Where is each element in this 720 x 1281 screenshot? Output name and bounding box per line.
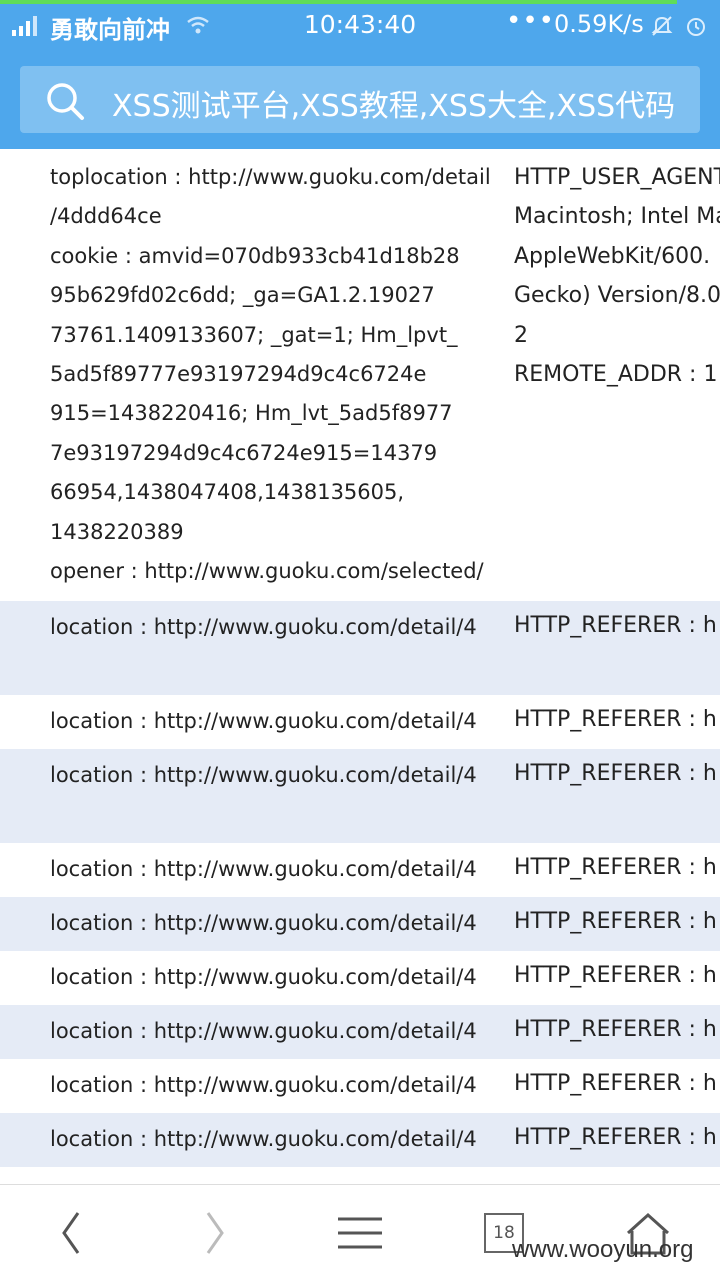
record-left-column: toplocation : http://www.guoku.com/detai…: [50, 158, 491, 591]
record-line: 1438220389: [50, 519, 184, 544]
record-location: location : http://www.guoku.com/detail/4: [50, 763, 477, 787]
record-line: 2: [514, 322, 528, 348]
record-line: 73761.1409133607; _gat=1; Hm_lpvt_: [50, 322, 458, 347]
record-location: location : http://www.guoku.com/detail/4: [50, 857, 477, 881]
record-referer: HTTP_REFERER : h: [514, 1125, 717, 1150]
search-icon: [47, 83, 84, 120]
record-line: 66954,1438047408,1438135605,: [50, 480, 405, 505]
record-line: Gecko) Version/8.0.: [514, 283, 720, 309]
record-line: /4ddd64ce: [50, 204, 162, 229]
record-line: HTTP_USER_AGENT: [514, 165, 720, 190]
record-row: location : http://www.guoku.com/detail/4…: [0, 951, 720, 1005]
record-row: location : http://www.guoku.com/detail/4…: [0, 843, 720, 897]
record-line: opener : http://www.guoku.com/selected/: [50, 558, 484, 583]
record-row: location : http://www.guoku.com/detail/4…: [0, 749, 720, 843]
forward-icon[interactable]: [186, 1207, 246, 1259]
search-bar[interactable]: XSS测试平台,XSS教程,XSS大全,XSS代码: [20, 66, 700, 133]
search-text[interactable]: XSS测试平台,XSS教程,XSS大全,XSS代码: [112, 81, 675, 125]
record-location: location : http://www.guoku.com/detail/4: [50, 615, 477, 639]
back-icon[interactable]: [42, 1207, 102, 1259]
record-line: toplocation : http://www.guoku.com/detai…: [50, 165, 491, 189]
record-location: location : http://www.guoku.com/detail/4: [50, 965, 477, 989]
record-row: location : http://www.guoku.com/detail/4…: [0, 1113, 720, 1167]
status-bar: 勇敢向前冲 10:43:40 ••• 0.59K/s: [0, 4, 720, 48]
record-row: location : http://www.guoku.com/detail/4…: [0, 1059, 720, 1113]
record-line: 7e93197294d9c4c6724e915=14379: [50, 440, 438, 465]
network-speed: 0.59K/s: [554, 10, 644, 38]
record-referer: HTTP_REFERER : h: [514, 1017, 717, 1042]
mute-icon: [651, 16, 673, 36]
page-content: toplocation : http://www.guoku.com/detai…: [0, 149, 720, 1184]
record-location: location : http://www.guoku.com/detail/4: [50, 911, 477, 935]
record-row: location : http://www.guoku.com/detail/4…: [0, 897, 720, 951]
watermark: www.wooyun.org: [512, 1236, 694, 1263]
alarm-icon: [687, 18, 705, 36]
record-line: cookie : amvid=070db933cb41d18b28: [50, 243, 460, 268]
record-row: location : http://www.guoku.com/detail/4…: [0, 695, 720, 749]
record-referer: HTTP_REFERER : h: [514, 761, 717, 786]
record-referer: HTTP_REFERER : h: [514, 707, 717, 732]
record-right-column: HTTP_USER_AGENT Macintosh; Intel Mac App…: [514, 158, 720, 394]
record-line: REMOTE_ADDR : 1: [514, 361, 718, 387]
bottom-navigation: 18: [0, 1184, 720, 1281]
record-line: AppleWebKit/600.: [514, 243, 711, 269]
record-row-first: toplocation : http://www.guoku.com/detai…: [0, 149, 720, 601]
record-row: location : http://www.guoku.com/detail/4…: [0, 601, 720, 695]
record-location: location : http://www.guoku.com/detail/4: [50, 1019, 477, 1043]
record-row: location : http://www.guoku.com/detail/4…: [0, 1005, 720, 1059]
record-line: 5ad5f89777e93197294d9c4c6724e: [50, 361, 427, 386]
menu-icon[interactable]: [330, 1207, 390, 1259]
record-location: location : http://www.guoku.com/detail/4: [50, 1073, 477, 1097]
record-referer: HTTP_REFERER : h: [514, 909, 717, 934]
record-location: location : http://www.guoku.com/detail/4: [50, 1127, 477, 1151]
browser-header: 勇敢向前冲 10:43:40 ••• 0.59K/s XSS测试平台,XSS教程…: [0, 0, 720, 149]
notification-dots: •••: [506, 6, 556, 36]
record-line: 95b629fd02c6dd; _ga=GA1.2.19027: [50, 283, 435, 308]
record-referer: HTTP_REFERER : h: [514, 1071, 717, 1096]
record-referer: HTTP_REFERER : h: [514, 963, 717, 988]
record-referer: HTTP_REFERER : h: [514, 855, 717, 880]
record-line: Macintosh; Intel Mac: [514, 204, 720, 230]
record-location: location : http://www.guoku.com/detail/4: [50, 709, 477, 733]
record-referer: HTTP_REFERER : h: [514, 613, 717, 638]
record-line: 915=1438220416; Hm_lvt_5ad5f8977: [50, 401, 453, 426]
